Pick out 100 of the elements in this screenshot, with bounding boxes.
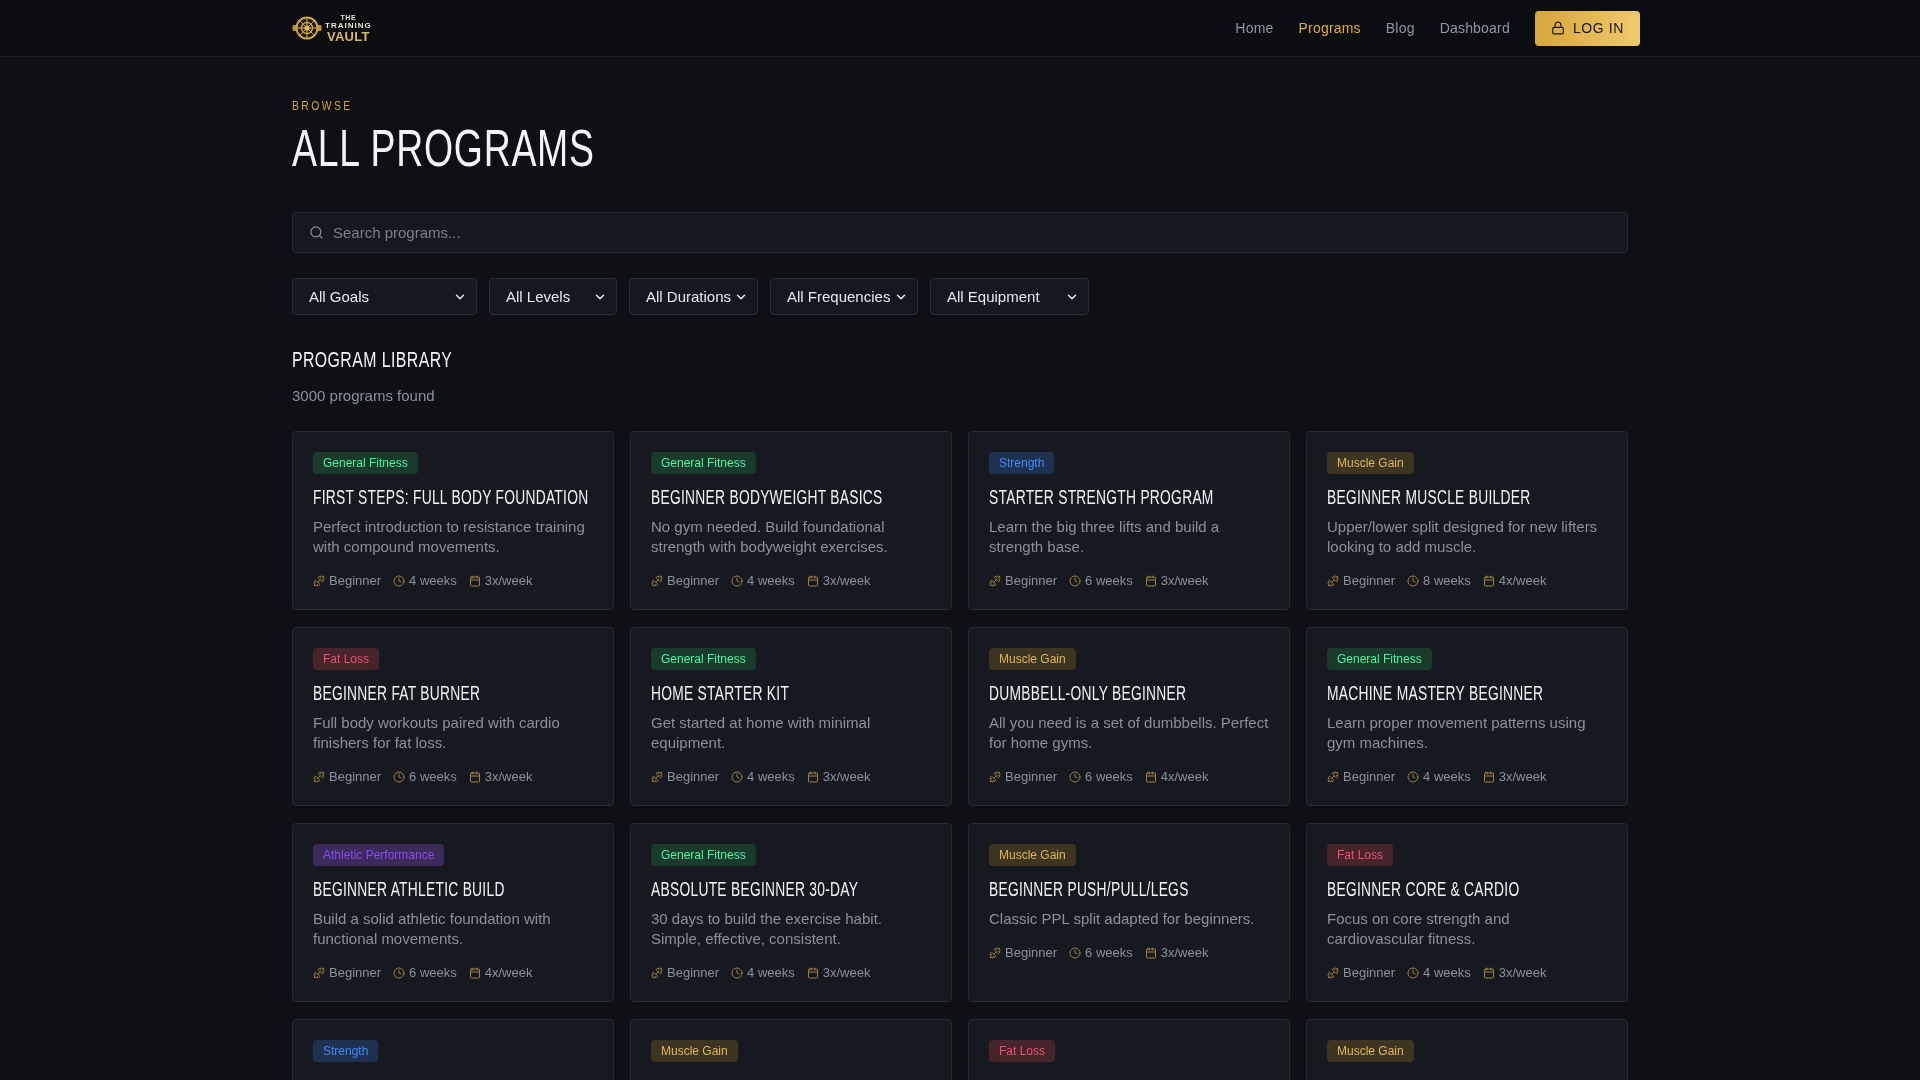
card-title: HOME STARTER KIT — [651, 681, 790, 706]
program-card[interactable]: Athletic Performance BEGINNER ATHLETIC BUILD Build a solid athletic foundation with functional movements. Beginner 6 weeks 4x/week — [292, 823, 614, 1002]
dumbbell-icon — [651, 967, 663, 979]
goal-tag: Fat Loss — [989, 1040, 1056, 1062]
program-card[interactable]: Muscle Gain — [630, 1019, 952, 1080]
frequency-text: 3x/week — [484, 573, 533, 589]
clock-icon — [1407, 967, 1420, 979]
calendar-icon — [1482, 771, 1495, 783]
goal-tag: Muscle Gain — [1327, 452, 1414, 474]
filter-select[interactable]: All Durations — [629, 278, 758, 315]
frequency-text: 4x/week — [484, 965, 533, 981]
eyebrow-text: BROWSE — [292, 98, 353, 114]
difficulty-text: Beginner — [1005, 573, 1058, 589]
card-description: Build a solid athletic foundation with functional movements. — [313, 909, 551, 949]
program-card[interactable]: Fat Loss BEGINNER FAT BURNER Full body workouts paired with cardio finishers for fat loss. Beginner 6 weeks 3x/week — [292, 627, 614, 806]
goal-tag: General Fitness — [651, 844, 756, 866]
clock-icon — [731, 575, 744, 587]
clock-icon — [1069, 947, 1082, 959]
card-title: BEGINNER MUSCLE BUILDER — [1327, 485, 1531, 510]
difficulty-text: Beginner — [329, 965, 382, 981]
clock-icon — [1069, 575, 1082, 587]
dumbbell-icon — [989, 771, 1001, 783]
dumbbell-icon — [1327, 771, 1339, 783]
card-description: 30 days to build the exercise habit. Simple, effective, consistent. — [651, 909, 882, 949]
nav-link[interactable]: Programs — [1298, 19, 1361, 37]
card-title: BEGINNER FAT BURNER — [313, 681, 481, 706]
duration-text: 4 weeks — [1423, 965, 1471, 981]
card-description: Upper/lower split designed for new lifters looking to add muscle. — [1327, 517, 1598, 557]
calendar-icon — [468, 575, 481, 587]
card-description: Get started at home with minimal equipment. — [651, 713, 871, 753]
frequency-text: 4x/week — [1160, 769, 1209, 785]
goal-tag: Strength — [313, 1040, 379, 1062]
frequency-text: 3x/week — [1160, 945, 1209, 961]
calendar-icon — [1482, 575, 1495, 587]
program-card[interactable]: General Fitness HOME STARTER KIT Get started at home with minimal equipment. Beginner 4 weeks 3x/week — [630, 627, 952, 806]
calendar-icon — [806, 771, 819, 783]
card-title: BEGINNER ATHLETIC BUILD — [313, 877, 505, 902]
card-description: Classic PPL split adapted for beginners. — [989, 909, 1255, 929]
program-card[interactable]: Muscle Gain BEGINNER MUSCLE BUILDER Upper/lower split designed for new lifters looking to add muscle. Beginner 8 weeks 4x/week — [1306, 431, 1628, 610]
program-card[interactable]: Muscle Gain — [1306, 1019, 1628, 1080]
goal-tag: Athletic Performance — [313, 844, 445, 866]
frequency-text: 4x/week — [1498, 573, 1547, 589]
frequency-text: 3x/week — [822, 965, 871, 981]
calendar-icon — [1144, 575, 1157, 587]
logo-text: TRAINING — [325, 20, 372, 30]
logo-emblem-icon — [292, 16, 322, 40]
card-description: Learn the big three lifts and build a strength base. — [989, 517, 1220, 557]
difficulty-text: Beginner — [1343, 769, 1396, 785]
card-description: Perfect introduction to resistance training with compound movements. — [313, 517, 585, 557]
clock-icon — [393, 575, 406, 587]
difficulty-text: Beginner — [667, 573, 720, 589]
calendar-icon — [806, 967, 819, 979]
filter-select[interactable]: All Frequencies — [770, 278, 918, 315]
program-card[interactable]: Fat Loss — [968, 1019, 1290, 1080]
card-title: BEGINNER PUSH/PULL/LEGS — [989, 877, 1189, 902]
program-card[interactable]: Strength — [292, 1019, 614, 1080]
filter-select[interactable]: All Levels — [489, 278, 617, 315]
logo-text: VAULT — [326, 29, 370, 43]
program-card[interactable]: Strength STARTER STRENGTH PROGRAM Learn the big three lifts and build a strength base. Beginner 6 weeks 3x/week — [968, 431, 1290, 610]
difficulty-text: Beginner — [667, 965, 720, 981]
search-icon — [309, 225, 324, 240]
card-description: Focus on core strength and cardiovascular fitness. — [1327, 909, 1510, 949]
clock-icon — [1407, 575, 1420, 587]
difficulty-text: Beginner — [667, 769, 720, 785]
dumbbell-icon — [313, 967, 325, 979]
duration-text: 6 weeks — [1085, 769, 1133, 785]
dumbbell-icon — [989, 575, 1001, 587]
filter-select[interactable]: All Equipment — [930, 278, 1089, 315]
result-count: 3000 programs found — [292, 386, 435, 406]
nav-link[interactable]: Home — [1235, 19, 1274, 37]
program-card[interactable]: General Fitness BEGINNER BODYWEIGHT BASICS No gym needed. Build foundational strength with bodyweight exercises. Beginner 4 weeks 3x/week — [630, 431, 952, 610]
dumbbell-icon — [1327, 967, 1339, 979]
frequency-text: 3x/week — [484, 769, 533, 785]
duration-text: 4 weeks — [747, 965, 795, 981]
card-title: DUMBBELL-ONLY BEGINNER — [989, 681, 1187, 706]
nav-link[interactable]: Blog — [1385, 19, 1415, 37]
program-card[interactable]: Fat Loss BEGINNER CORE & CARDIO Focus on core strength and cardiovascular fitness. Beginner 4 weeks 3x/week — [1306, 823, 1628, 1002]
duration-text: 4 weeks — [747, 573, 795, 589]
goal-tag: General Fitness — [651, 452, 756, 474]
page-title: ALL PROGRAMS — [292, 120, 595, 177]
program-card[interactable]: Muscle Gain DUMBBELL-ONLY BEGINNER All you need is a set of dumbbells. Perfect for home gyms. Beginner 6 weeks 4x/week — [968, 627, 1290, 806]
duration-text: 4 weeks — [1423, 769, 1471, 785]
card-title: MACHINE MASTERY BEGINNER — [1327, 681, 1544, 706]
goal-tag: Muscle Gain — [989, 648, 1076, 670]
login-button[interactable]: LOG IN — [1534, 10, 1640, 46]
calendar-icon — [1144, 771, 1157, 783]
filter-select[interactable]: All Goals — [292, 278, 477, 315]
program-card[interactable]: Muscle Gain BEGINNER PUSH/PULL/LEGS Classic PPL split adapted for beginners. Beginner 6 weeks 3x/week — [968, 823, 1290, 1002]
nav-link[interactable]: Dashboard — [1439, 19, 1510, 37]
clock-icon — [1407, 771, 1420, 783]
goal-tag: General Fitness — [313, 452, 418, 474]
difficulty-text: Beginner — [1343, 573, 1396, 589]
program-card[interactable]: General Fitness FIRST STEPS: FULL BODY FOUNDATION Perfect introduction to resistance training with compound movements. Beginner 4 weeks 3x/week — [292, 431, 614, 610]
search-field[interactable]: Search programs... — [292, 212, 1628, 253]
goal-tag: Fat Loss — [1327, 844, 1394, 866]
dumbbell-icon — [651, 771, 663, 783]
goal-tag: Fat Loss — [313, 648, 380, 670]
program-card[interactable]: General Fitness ABSOLUTE BEGINNER 30-DAY 30 days to build the exercise habit. Simple, effective, consistent. Beginner 4 weeks 3x/week — [630, 823, 952, 1002]
difficulty-text: Beginner — [329, 769, 382, 785]
program-card[interactable]: General Fitness MACHINE MASTERY BEGINNER Learn proper movement patterns using gym machines. Beginner 4 weeks 3x/week — [1306, 627, 1628, 806]
